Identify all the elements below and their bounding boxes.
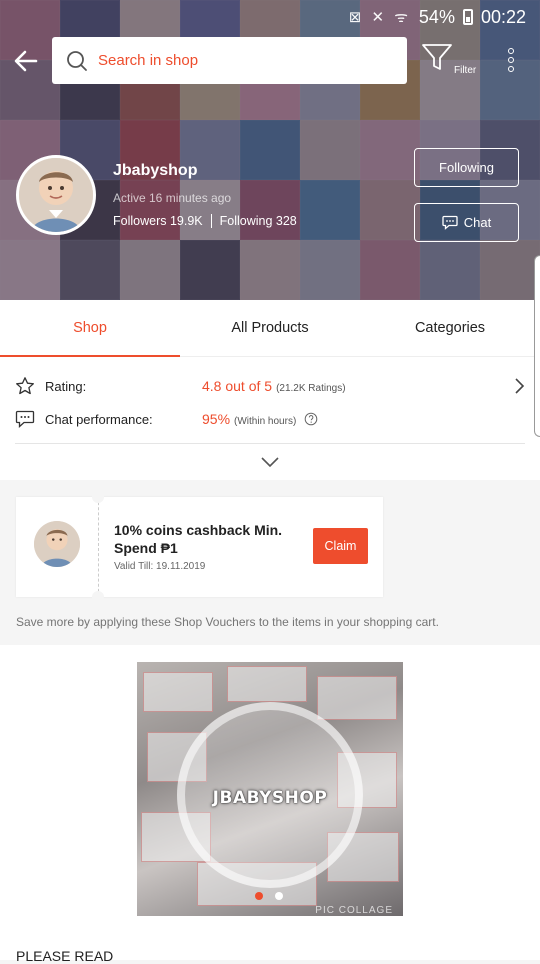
filter-label: Filter	[454, 65, 477, 76]
back-button[interactable]	[10, 45, 42, 77]
filter-icon	[422, 44, 452, 70]
carousel-indicators	[255, 892, 283, 900]
rating-value: 4.8 out of 5 (21.2K Ratings)	[202, 378, 346, 394]
status-bar: ⊠ ✕ ᯤ 54% 00:22	[0, 0, 540, 34]
tab-all-products[interactable]: All Products	[180, 300, 360, 356]
chat-performance-icon	[15, 410, 35, 428]
chevron-right-icon	[515, 378, 525, 394]
carousel-dot-active[interactable]	[255, 892, 263, 900]
back-arrow-icon	[14, 50, 38, 72]
scroll-handle[interactable]	[534, 255, 540, 437]
status-icons: ⊠ ✕ ᯤ	[348, 9, 411, 26]
following-count[interactable]: Following 328	[220, 214, 297, 228]
shop-banner-section: JBABYSHOP PIC COLLAGE PLEASE READ	[0, 645, 540, 964]
chevron-down-icon[interactable]	[260, 455, 280, 469]
rating-row[interactable]: Rating: 4.8 out of 5 (21.2K Ratings)	[0, 371, 540, 401]
follow-stats: Followers 19.9K Following 328	[113, 214, 297, 228]
search-icon	[67, 50, 87, 71]
section-heading-please-read: PLEASE READ	[16, 948, 114, 964]
voucher-thumbnail	[34, 521, 80, 567]
following-button[interactable]: Following	[414, 148, 519, 187]
shop-avatar[interactable]	[16, 155, 96, 235]
following-button-label: Following	[439, 160, 494, 175]
clock: 00:22	[480, 6, 526, 27]
rating-score: 4.8 out of 5	[202, 378, 273, 394]
rating-count: (21.2K Ratings)	[276, 383, 346, 394]
voucher-section: 10% coins cashback Min. Spend ₱1 Valid T…	[0, 480, 540, 645]
tab-shop[interactable]: Shop	[0, 300, 180, 357]
chat-performance-sub: (Within hours)	[234, 416, 297, 427]
filter-button[interactable]: Filter	[420, 41, 484, 81]
followers-count[interactable]: Followers 19.9K	[113, 214, 203, 228]
help-icon[interactable]	[304, 412, 318, 426]
active-status: Active 16 minutes ago	[113, 191, 232, 205]
chat-performance-label: Chat performance:	[45, 411, 153, 427]
shop-name: Jbabyshop	[113, 162, 198, 179]
baby-thumbnail-icon	[34, 521, 80, 567]
voucher-note: Save more by applying these Shop Voucher…	[16, 615, 439, 629]
tab-categories[interactable]: Categories	[360, 300, 540, 356]
star-icon	[16, 377, 34, 395]
banner-watermark: PIC COLLAGE	[315, 905, 393, 916]
top-bar: Search in shop Filter	[0, 37, 540, 85]
more-options-button[interactable]	[500, 45, 522, 75]
chat-button[interactable]: Chat	[414, 203, 519, 242]
shop-tabs: Shop All Products Categories	[0, 300, 540, 357]
chat-performance-value: 95% (Within hours)	[202, 411, 318, 427]
stats-divider-line	[15, 443, 525, 444]
shop-header: ⊠ ✕ ᯤ 54% 00:22 Search in shop Filter Jb…	[0, 0, 540, 300]
chat-button-label: Chat	[463, 215, 492, 230]
stats-divider	[210, 214, 212, 228]
chat-performance-percent: 95%	[202, 411, 231, 427]
voucher-card: 10% coins cashback Min. Spend ₱1 Valid T…	[16, 491, 383, 603]
shop-stats: Rating: 4.8 out of 5 (21.2K Ratings) Chat…	[0, 357, 540, 480]
battery-icon	[462, 9, 473, 25]
voucher-title: 10% coins cashback Min. Spend ₱1	[114, 522, 283, 556]
search-input[interactable]: Search in shop	[52, 37, 407, 84]
battery-level: 54%	[418, 6, 455, 27]
more-dots-icon	[508, 48, 514, 54]
baby-avatar-icon	[19, 158, 93, 232]
rating-label: Rating:	[45, 378, 87, 394]
shop-banner-carousel[interactable]: JBABYSHOP PIC COLLAGE	[137, 662, 403, 916]
chat-bubble-icon	[442, 215, 458, 230]
search-placeholder: Search in shop	[98, 52, 199, 69]
banner-brand-text: JBABYSHOP	[212, 788, 328, 808]
chat-performance-row: Chat performance: 95% (Within hours)	[0, 404, 540, 434]
claim-button[interactable]: Claim	[313, 528, 368, 564]
voucher-validity: Valid Till: 19.11.2019	[114, 561, 206, 572]
voucher-perforation	[98, 497, 99, 597]
carousel-dot[interactable]	[275, 892, 283, 900]
